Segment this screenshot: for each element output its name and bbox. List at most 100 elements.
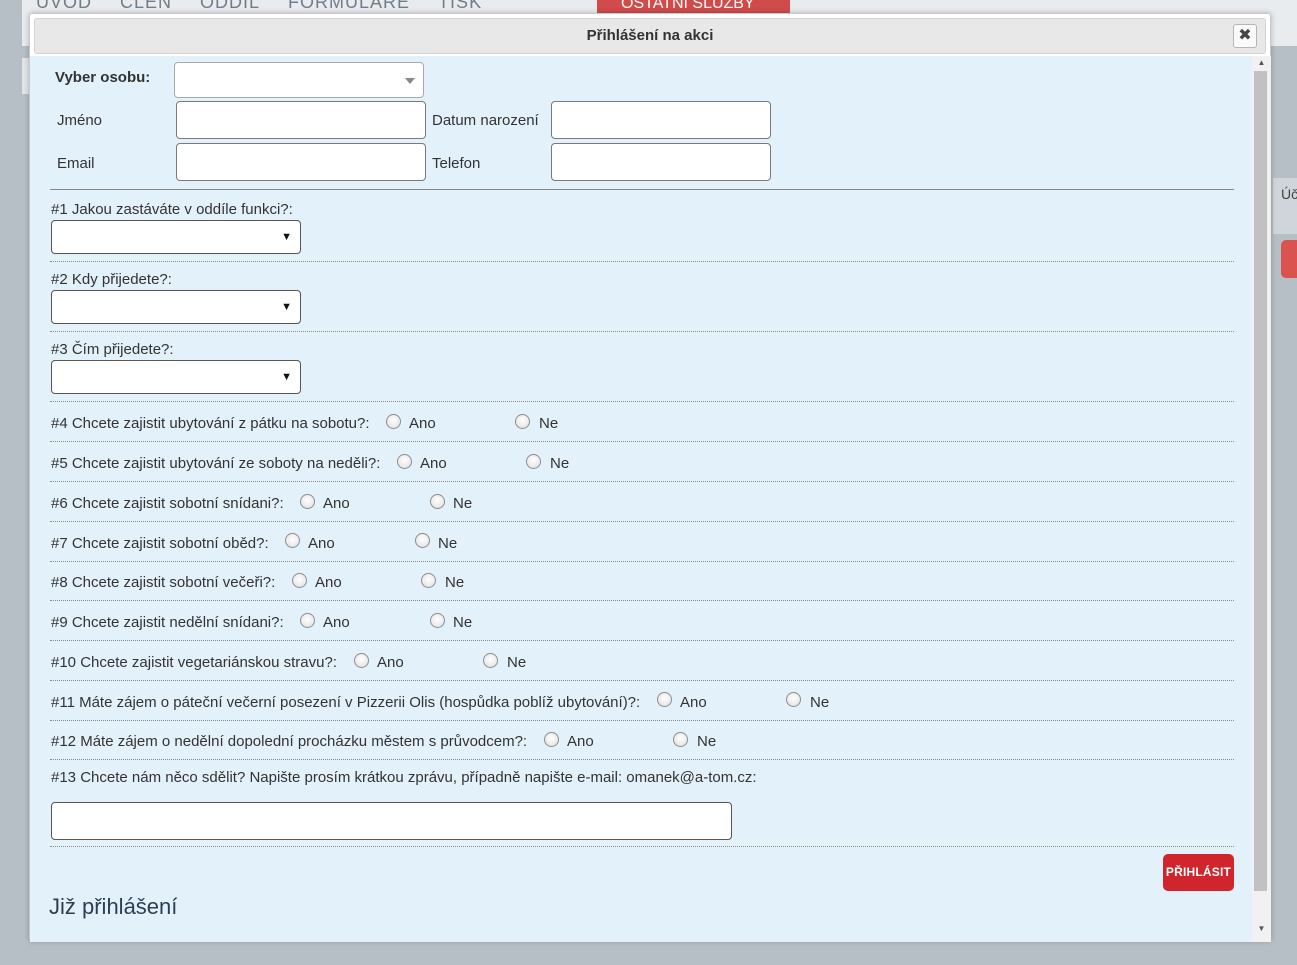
- question-13-message-input[interactable]: [51, 802, 732, 840]
- chevron-down-icon: ▼: [281, 301, 292, 313]
- question-11-no-label: Ne: [810, 694, 830, 711]
- question-5-yes-radio[interactable]: [397, 454, 412, 469]
- close-icon[interactable]: ✖: [1233, 24, 1257, 48]
- question-6-no-radio[interactable]: [430, 494, 445, 509]
- question-5-label: #5 Chcete zajistit ubytování ze soboty n…: [51, 455, 381, 472]
- question-4-yes-radio[interactable]: [386, 414, 401, 429]
- divider: [50, 600, 1234, 601]
- register-button[interactable]: PŘIHLÁSIT: [1163, 854, 1234, 891]
- phone-field[interactable]: [551, 143, 771, 181]
- question-12-label: #12 Máte zájem o nedělní dopolední proch…: [51, 733, 528, 750]
- question-10-no-radio[interactable]: [483, 653, 498, 668]
- question-10-yes-label: Ano: [377, 654, 404, 671]
- question-11-yes-radio[interactable]: [657, 692, 672, 707]
- registration-dialog: Přihlášení na akci ✖ Vyber osobu: Jméno …: [29, 13, 1271, 942]
- question-6-yes-label: Ano: [323, 495, 350, 512]
- dialog-scrollbar[interactable]: ▲ ▼: [1252, 56, 1271, 942]
- question-5-no-radio[interactable]: [526, 454, 541, 469]
- question-8-no-radio[interactable]: [421, 573, 436, 588]
- question-9-no-radio[interactable]: [430, 613, 445, 628]
- question-12-no-label: Ne: [697, 733, 717, 750]
- dob-field[interactable]: [551, 101, 771, 139]
- question-9-no-label: Ne: [453, 614, 473, 631]
- already-registered-heading: Již přihlášení: [49, 894, 178, 919]
- question-11-yes-label: Ano: [680, 694, 707, 711]
- question-11-no-radio[interactable]: [786, 692, 801, 707]
- question-10-yes-radio[interactable]: [354, 653, 369, 668]
- question-9-label: #9 Chcete zajistit nedělní snídani?:: [51, 614, 284, 631]
- divider: [50, 640, 1234, 641]
- divider: [50, 261, 1234, 262]
- divider: [50, 846, 1234, 847]
- question-3-label: #3 Čím přijedete?:: [51, 341, 174, 358]
- question-2-select[interactable]: ▼: [51, 290, 301, 324]
- divider: [50, 720, 1234, 721]
- bg-nav-item: ODDÍL: [200, 0, 261, 12]
- email-label: Email: [57, 155, 95, 172]
- question-8-no-label: Ne: [445, 574, 465, 591]
- question-6-no-label: Ne: [453, 495, 473, 512]
- dialog-titlebar: Přihlášení na akci ✖: [34, 18, 1266, 54]
- scroll-up-icon[interactable]: ▲: [1252, 56, 1271, 70]
- bg-nav-item: ČLEN: [120, 0, 173, 12]
- background-nav-items: ÚVOD ČLEN ODDÍL FORMULÁŘE TISK: [36, 0, 482, 13]
- divider: [50, 441, 1234, 442]
- background-right-panel: Úč od: [1273, 178, 1297, 234]
- question-8-yes-label: Ano: [315, 574, 342, 591]
- divider: [50, 331, 1234, 332]
- chevron-down-icon: ▼: [281, 231, 292, 243]
- scroll-down-icon[interactable]: ▼: [1252, 922, 1271, 936]
- question-4-no-radio[interactable]: [515, 414, 530, 429]
- divider: [50, 521, 1234, 522]
- bg-nav-item: ÚVOD: [36, 0, 93, 12]
- question-6-yes-radio[interactable]: [300, 494, 315, 509]
- question-7-no-label: Ne: [438, 535, 458, 552]
- email-field[interactable]: [176, 143, 426, 181]
- name-label: Jméno: [57, 112, 103, 129]
- background-right-button: [1281, 240, 1297, 278]
- dialog-content: Vyber osobu: Jméno Datum narození Email …: [30, 56, 1252, 942]
- question-4-no-label: Ne: [539, 415, 559, 432]
- question-8-label: #8 Chcete zajistit sobotní večeři?:: [51, 574, 276, 591]
- question-5-no-label: Ne: [550, 455, 570, 472]
- question-12-no-radio[interactable]: [673, 732, 688, 747]
- question-7-no-radio[interactable]: [415, 533, 430, 548]
- question-1-label: #1 Jakou zastáváte v oddíle funkci?:: [51, 201, 293, 218]
- question-12-yes-radio[interactable]: [544, 732, 559, 747]
- chevron-down-icon: ▼: [281, 371, 292, 383]
- question-5-yes-label: Ano: [420, 455, 447, 472]
- select-person-label: Vyber osobu:: [55, 69, 151, 86]
- question-6-label: #6 Chcete zajistit sobotní snídani?:: [51, 495, 284, 512]
- phone-label: Telefon: [432, 155, 481, 172]
- question-12-yes-label: Ano: [567, 733, 594, 750]
- question-7-yes-radio[interactable]: [285, 533, 300, 548]
- dialog-title: Přihlášení na akci: [586, 27, 714, 44]
- select-person-combobox[interactable]: [174, 62, 424, 98]
- chevron-down-icon: [405, 78, 415, 84]
- question-7-yes-label: Ano: [308, 535, 335, 552]
- dob-label: Datum narození: [432, 112, 539, 129]
- divider: [50, 759, 1234, 760]
- scrollbar-thumb[interactable]: [1254, 71, 1267, 891]
- question-4-label: #4 Chcete zajistit ubytování z pátku na …: [51, 415, 370, 432]
- question-8-yes-radio[interactable]: [292, 573, 307, 588]
- question-1-select[interactable]: ▼: [51, 220, 301, 254]
- divider: [50, 680, 1234, 681]
- question-4-yes-label: Ano: [409, 415, 436, 432]
- question-10-label: #10 Chcete zajistit vegetariánskou strav…: [51, 654, 337, 671]
- question-13-label: #13 Chcete nám něco sdělit? Napište pros…: [51, 769, 757, 786]
- question-9-yes-radio[interactable]: [300, 613, 315, 628]
- name-field[interactable]: [176, 101, 426, 139]
- question-3-select[interactable]: ▼: [51, 360, 301, 394]
- question-2-label: #2 Kdy přijedete?:: [51, 271, 172, 288]
- bg-nav-item: FORMULÁŘE: [288, 0, 411, 12]
- bg-nav-item: TISK: [438, 0, 483, 12]
- question-9-yes-label: Ano: [323, 614, 350, 631]
- question-11-label: #11 Máte zájem o páteční večerní posezen…: [51, 694, 641, 711]
- question-7-label: #7 Chcete zajistit sobotní oběd?:: [51, 535, 269, 552]
- divider: [50, 561, 1234, 562]
- question-10-no-label: Ne: [507, 654, 527, 671]
- divider: [50, 189, 1234, 190]
- divider: [50, 401, 1234, 402]
- divider: [50, 481, 1234, 482]
